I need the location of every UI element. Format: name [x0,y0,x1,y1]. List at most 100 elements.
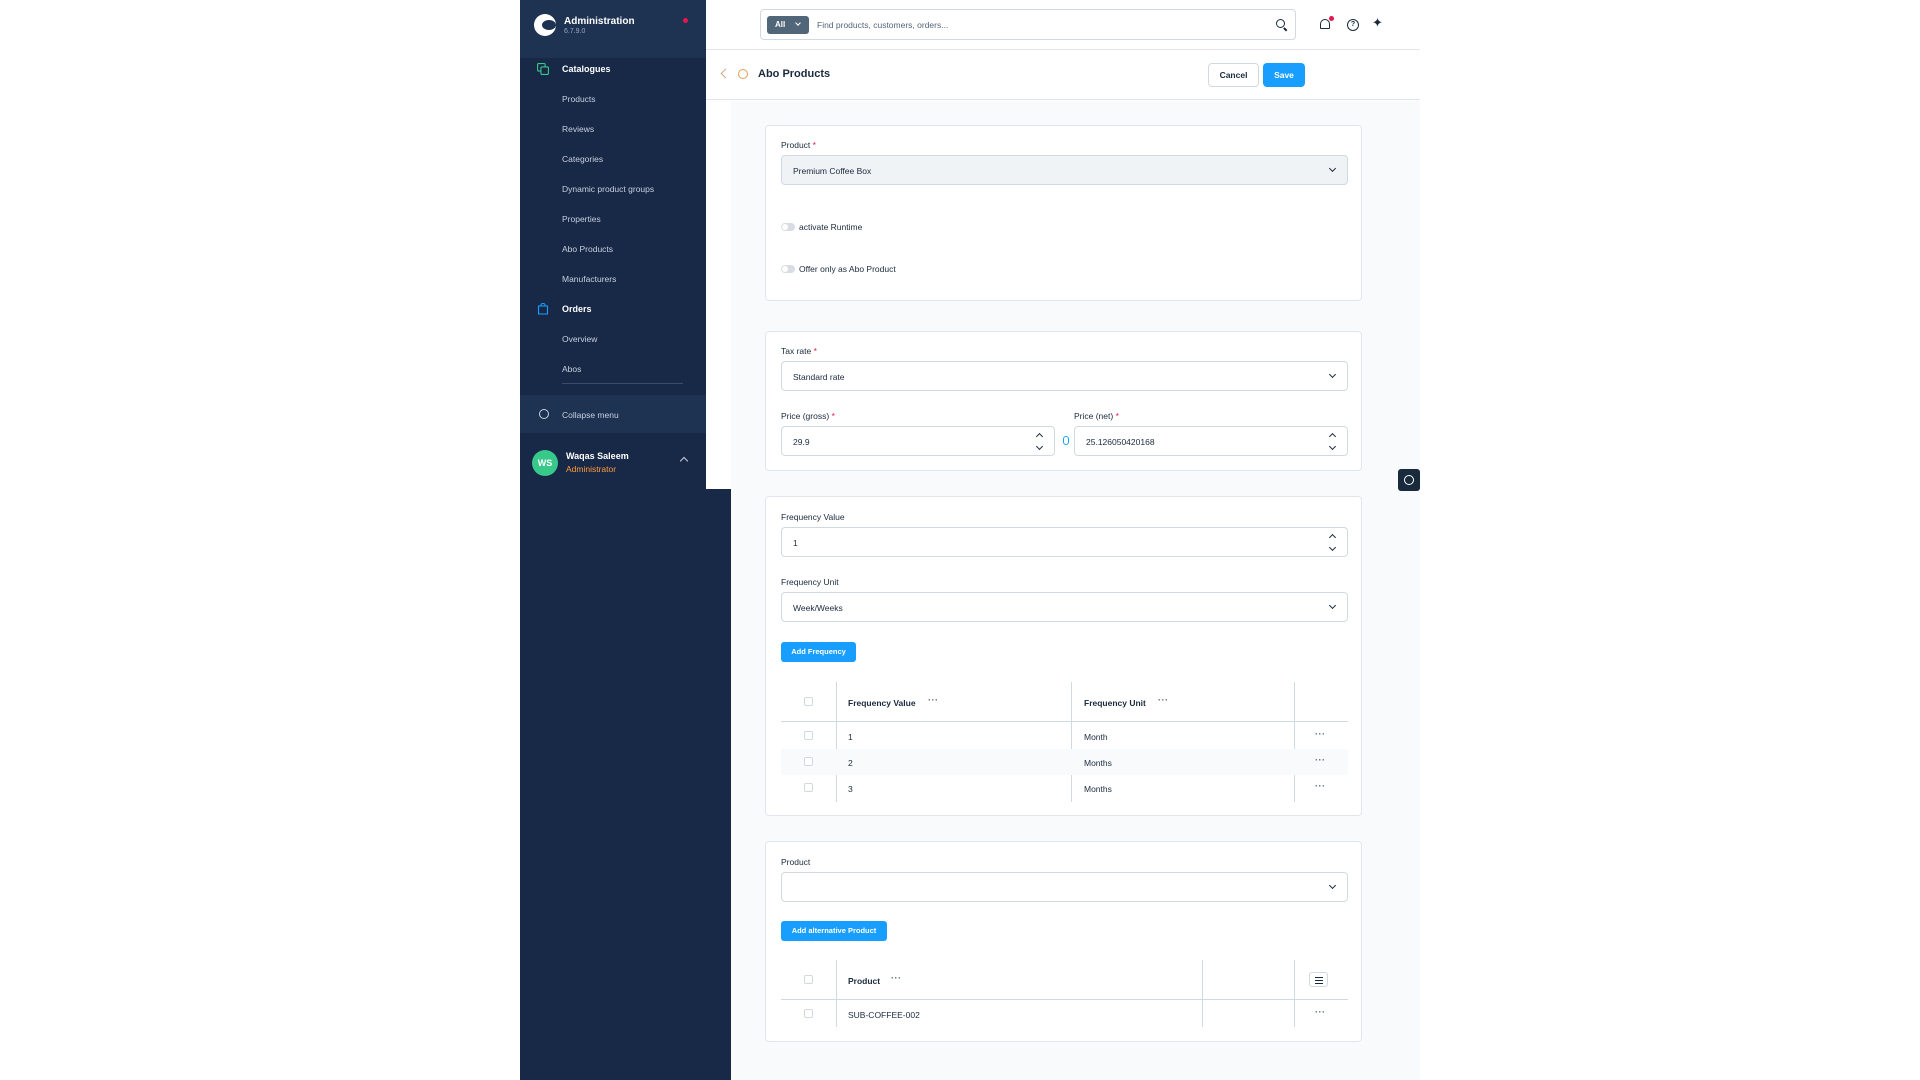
column-menu-icon[interactable]: ··· [891,973,902,983]
search-input[interactable] [817,18,1257,32]
notification-dot [683,18,688,23]
devtools-button[interactable] [1398,469,1420,491]
chevron-down-icon[interactable] [1035,442,1044,451]
sidebar-header[interactable]: Administration 6.7.9.0 [520,0,706,58]
frequency-grid-header: Frequency Value ··· Frequency Unit ··· [781,682,1348,722]
page-header: Abo Products Cancel Save [706,50,1420,100]
chevron-up-icon[interactable] [1328,533,1337,542]
sidebar-item-abo-products[interactable]: Abo Products [562,244,613,254]
chevron-down-icon[interactable] [1328,442,1337,451]
sidebar-item-manufacturers[interactable]: Manufacturers [562,274,616,284]
sidebar-item-dynamic-product-groups[interactable]: Dynamic product groups [562,184,654,194]
back-arrow-icon[interactable] [720,68,731,79]
tax-rate-select[interactable]: Standard rate [781,361,1348,391]
row-checkbox[interactable] [804,731,813,740]
history-icon[interactable] [738,69,748,79]
frequency-value-field[interactable]: 1 [781,527,1348,557]
sidebar-item-overview[interactable]: Overview [562,334,597,344]
avatar[interactable]: WS [532,450,558,476]
column-menu-icon[interactable]: ··· [928,695,939,705]
chevron-up-icon[interactable] [1328,432,1337,441]
alternative-product-card: Product Add alternative Product Product … [765,841,1362,1042]
catalogue-icon [537,63,549,75]
price-net-label: Price (net) * [1074,411,1119,421]
frequency-grid: Frequency Value ··· Frequency Unit ··· 1… [781,682,1348,802]
cell-frequency-unit: Month [1084,732,1108,742]
search-filter-label: All [775,20,786,29]
save-button[interactable]: Save [1263,63,1305,87]
chevron-up-icon[interactable] [679,456,689,466]
global-search: All [760,9,1296,40]
product-card: Product * Premium Coffee Box activate Ru… [765,125,1362,301]
row-actions-icon[interactable]: ··· [1315,755,1326,765]
sidebar-item-properties[interactable]: Properties [562,214,601,224]
price-gross-value: 29.9 [793,437,810,447]
cell-frequency-value: 2 [848,758,853,768]
sidebar-item-products[interactable]: Products [562,94,596,104]
link-lock-icon[interactable] [1063,436,1069,445]
cell-frequency-unit: Months [1084,758,1112,768]
price-net-value: 25.126050420168 [1086,437,1155,447]
help-icon[interactable]: ? [1347,19,1359,31]
chevron-down-icon[interactable] [1328,543,1337,552]
price-gross-field[interactable]: 29.9 [781,426,1055,456]
alternative-product-select[interactable] [781,872,1348,902]
row-actions-icon[interactable]: ··· [1315,729,1326,739]
column-header-frequency-unit[interactable]: Frequency Unit [1084,698,1146,708]
search-icon[interactable] [1276,19,1285,28]
select-all-checkbox[interactable] [804,975,813,984]
price-net-field[interactable]: 25.126050420168 [1074,426,1348,456]
price-card: Tax rate * Standard rate Price (gross) *… [765,331,1362,471]
table-row[interactable]: 3 Months ··· [781,775,1348,801]
runtime-toggle[interactable] [781,223,795,231]
bell-icon[interactable] [1320,19,1330,29]
cell-frequency-value: 3 [848,784,853,794]
column-header-product[interactable]: Product [848,976,880,986]
top-bar: All ? ✦ [706,0,1420,50]
tax-rate-value: Standard rate [793,372,845,382]
column-menu-icon[interactable]: ··· [1158,695,1169,705]
row-checkbox[interactable] [804,757,813,766]
sparkle-icon[interactable]: ✦ [1372,16,1383,30]
row-checkbox[interactable] [804,1009,813,1018]
sidebar-group-label: Orders [562,304,592,314]
frequency-value-label: Frequency Value [781,512,845,522]
cell-frequency-value: 1 [848,732,853,742]
table-row[interactable]: SUB-COFFEE-002 ··· [781,1001,1348,1027]
alternative-product-grid: Product ··· SUB-COFFEE-002 ··· [781,960,1348,1027]
add-alternative-product-button[interactable]: Add alternative Product [781,921,887,941]
user-name: Waqas Saleem [566,451,629,461]
sidebar-group-orders[interactable]: Orders [520,298,706,320]
add-frequency-button[interactable]: Add Frequency [781,642,856,662]
offer-only-toggle[interactable] [781,265,795,273]
tax-rate-label: Tax rate * [781,346,817,356]
app-version: 6.7.9.0 [564,28,586,35]
column-header-frequency-value[interactable]: Frequency Value [848,698,916,708]
frequency-value-input: 1 [793,538,798,548]
sidebar-group-label: Catalogues [562,64,611,74]
search-filter-dropdown[interactable]: All [767,16,809,34]
collapse-icon [539,409,549,419]
chevron-down-icon [1328,601,1337,610]
row-actions-icon[interactable]: ··· [1315,781,1326,791]
sidebar-group-catalogues[interactable]: Catalogues [520,58,706,80]
sidebar-item-abos[interactable]: Abos [562,364,581,374]
chevron-down-icon [1328,881,1337,890]
row-actions-icon[interactable]: ··· [1315,1007,1326,1017]
select-all-checkbox[interactable] [804,697,813,706]
grid-settings-icon[interactable] [1309,972,1328,987]
alternative-grid-header: Product ··· [781,960,1348,1000]
table-row[interactable]: 2 Months ··· [781,749,1348,775]
sidebar-item-categories[interactable]: Categories [562,154,603,164]
chevron-up-icon[interactable] [1035,432,1044,441]
cell-frequency-unit: Months [1084,784,1112,794]
collapse-menu-button[interactable]: Collapse menu [520,395,706,433]
cancel-button[interactable]: Cancel [1208,63,1259,87]
alternative-product-label: Product [781,857,811,867]
sidebar-item-reviews[interactable]: Reviews [562,124,594,134]
product-select[interactable]: Premium Coffee Box [781,155,1348,185]
table-row[interactable]: 1 Month ··· [781,723,1348,749]
app-title: Administration [564,16,635,27]
frequency-unit-select[interactable]: Week/Weeks [781,592,1348,622]
row-checkbox[interactable] [804,783,813,792]
